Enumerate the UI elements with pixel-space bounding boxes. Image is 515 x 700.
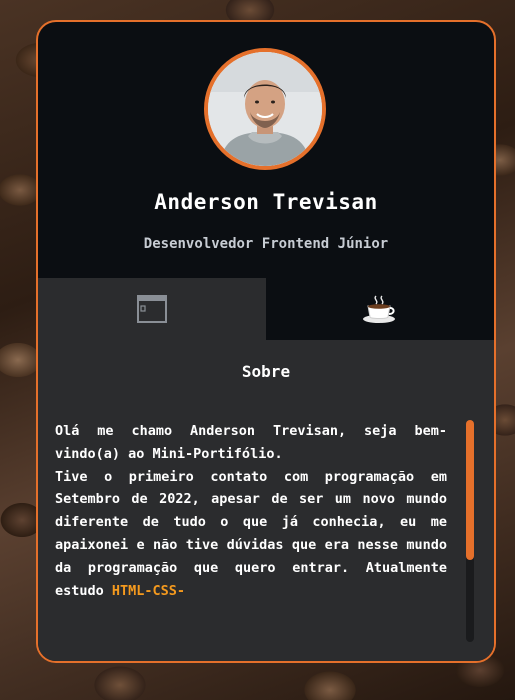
about-story-text: Tive o primeiro contato com programação … — [55, 468, 447, 599]
about-paragraph-story: Tive o primeiro contato com programação … — [55, 466, 447, 603]
section-title: Sobre — [241, 362, 291, 381]
profile-header: Anderson Trevisan Desenvolvedor Frontend… — [38, 22, 494, 278]
avatar — [204, 48, 326, 170]
scrollbar-thumb[interactable] — [466, 420, 474, 560]
profile-name: Anderson Trevisan — [154, 190, 378, 214]
about-text-area[interactable]: Olá me chamo Anderson Trevisan, seja bem… — [55, 420, 447, 652]
profile-role: Desenvolvedor Frontend Júnior — [143, 236, 389, 252]
about-paragraph-intro: Olá me chamo Anderson Trevisan, seja bem… — [55, 423, 447, 462]
avatar-photo — [208, 52, 322, 166]
tab-about[interactable] — [38, 278, 266, 340]
scrollbar[interactable] — [466, 420, 474, 642]
tab-bar — [38, 278, 494, 340]
tech-highlight: HTML-CSS- — [111, 582, 186, 599]
about-panel: Sobre Olá me chamo Anderson Trevisan, se… — [38, 340, 494, 661]
coffee-cup-icon — [363, 295, 395, 323]
browser-window-icon — [137, 295, 167, 323]
profile-card: Anderson Trevisan Desenvolvedor Frontend… — [36, 20, 496, 663]
tab-coffee[interactable] — [266, 278, 494, 340]
